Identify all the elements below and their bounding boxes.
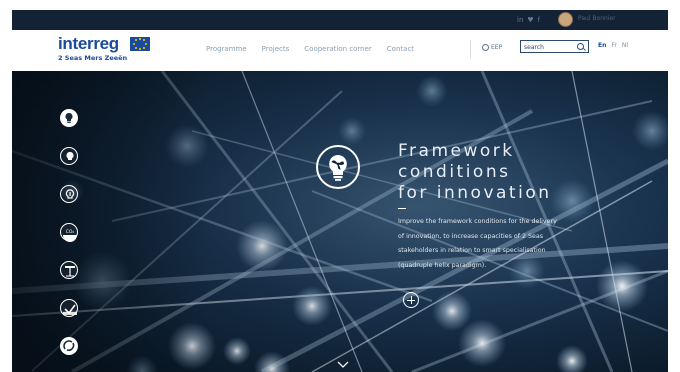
nav-programme[interactable]: Programme — [206, 45, 247, 53]
page-frame: in ♥ f Paul Bonnier interreg 2 Seas Mers… — [12, 10, 668, 372]
hero-description: Improve the framework conditions for the… — [398, 215, 624, 273]
co2-label: CO₂ — [66, 229, 75, 235]
hero-title: Framework conditions for innovation — [398, 141, 628, 204]
user-avatar[interactable] — [558, 12, 573, 27]
innovation-bulb-icon[interactable] — [60, 109, 78, 127]
main-menu: Programme Projects Cooperation corner Co… — [206, 45, 414, 53]
framework-bulb-icon — [316, 145, 360, 189]
twitter-icon[interactable]: ♥ — [527, 14, 533, 26]
hero-description-line: Improve the framework conditions for the… — [398, 218, 557, 225]
hero-title-line: Framework — [398, 141, 515, 161]
nav-projects[interactable]: Projects — [262, 45, 290, 53]
scroll-down-chevron-icon[interactable] — [337, 361, 349, 369]
social-links: in ♥ f — [517, 14, 540, 26]
facebook-icon[interactable]: f — [538, 14, 540, 26]
co2-icon[interactable]: CO₂ — [60, 223, 78, 242]
lang-en[interactable]: En — [598, 42, 606, 49]
hero-title-line: for innovation — [398, 183, 552, 203]
hero-description-line: of innovation, to increase capacities of… — [398, 232, 544, 240]
logo-wordmark: interreg — [58, 34, 119, 53]
nav-cooperation-corner[interactable]: Cooperation corner — [304, 45, 372, 53]
climate-adaptation-icon[interactable] — [60, 261, 78, 279]
main-navbar: interreg 2 Seas Mers Zeeën Programme Pro… — [12, 30, 668, 71]
logo-subtitle: 2 Seas Mers Zeeën — [58, 54, 128, 62]
technology-bulb-icon[interactable] — [60, 147, 78, 165]
nav-divider — [470, 40, 471, 58]
interreg-logo[interactable]: interreg 2 Seas Mers Zeeën — [58, 34, 150, 62]
user-name[interactable]: Paul Bonnier — [578, 15, 616, 22]
social-bulb-icon[interactable] — [60, 185, 78, 203]
search-box — [520, 40, 589, 53]
linkedin-icon[interactable]: in — [517, 14, 523, 26]
eep-label: EEP — [491, 44, 503, 51]
title-underline — [398, 208, 406, 209]
globe-icon — [482, 44, 489, 51]
circular-economy-icon[interactable] — [60, 337, 78, 355]
nav-contact[interactable]: Contact — [387, 45, 414, 53]
language-switcher: En Fr Nl — [598, 42, 628, 49]
read-more-plus-button[interactable] — [403, 292, 419, 308]
hero-section: CO₂ Framework conditions for innovation … — [12, 71, 668, 372]
hero-title-line: conditions — [398, 162, 511, 182]
eu-flag-icon — [130, 37, 150, 51]
lang-fr[interactable]: Fr — [611, 42, 616, 49]
hero-description-line: stakeholders in relation to smart specia… — [398, 247, 546, 254]
search-input[interactable] — [524, 42, 572, 52]
resource-efficiency-icon[interactable] — [60, 299, 78, 317]
eep-link[interactable]: EEP — [482, 44, 502, 51]
lang-nl[interactable]: Nl — [622, 42, 628, 49]
hero-description-line: (quadruple helix paradigm). — [398, 261, 487, 269]
top-utility-bar: in ♥ f Paul Bonnier — [12, 10, 668, 30]
search-icon[interactable] — [577, 43, 584, 50]
